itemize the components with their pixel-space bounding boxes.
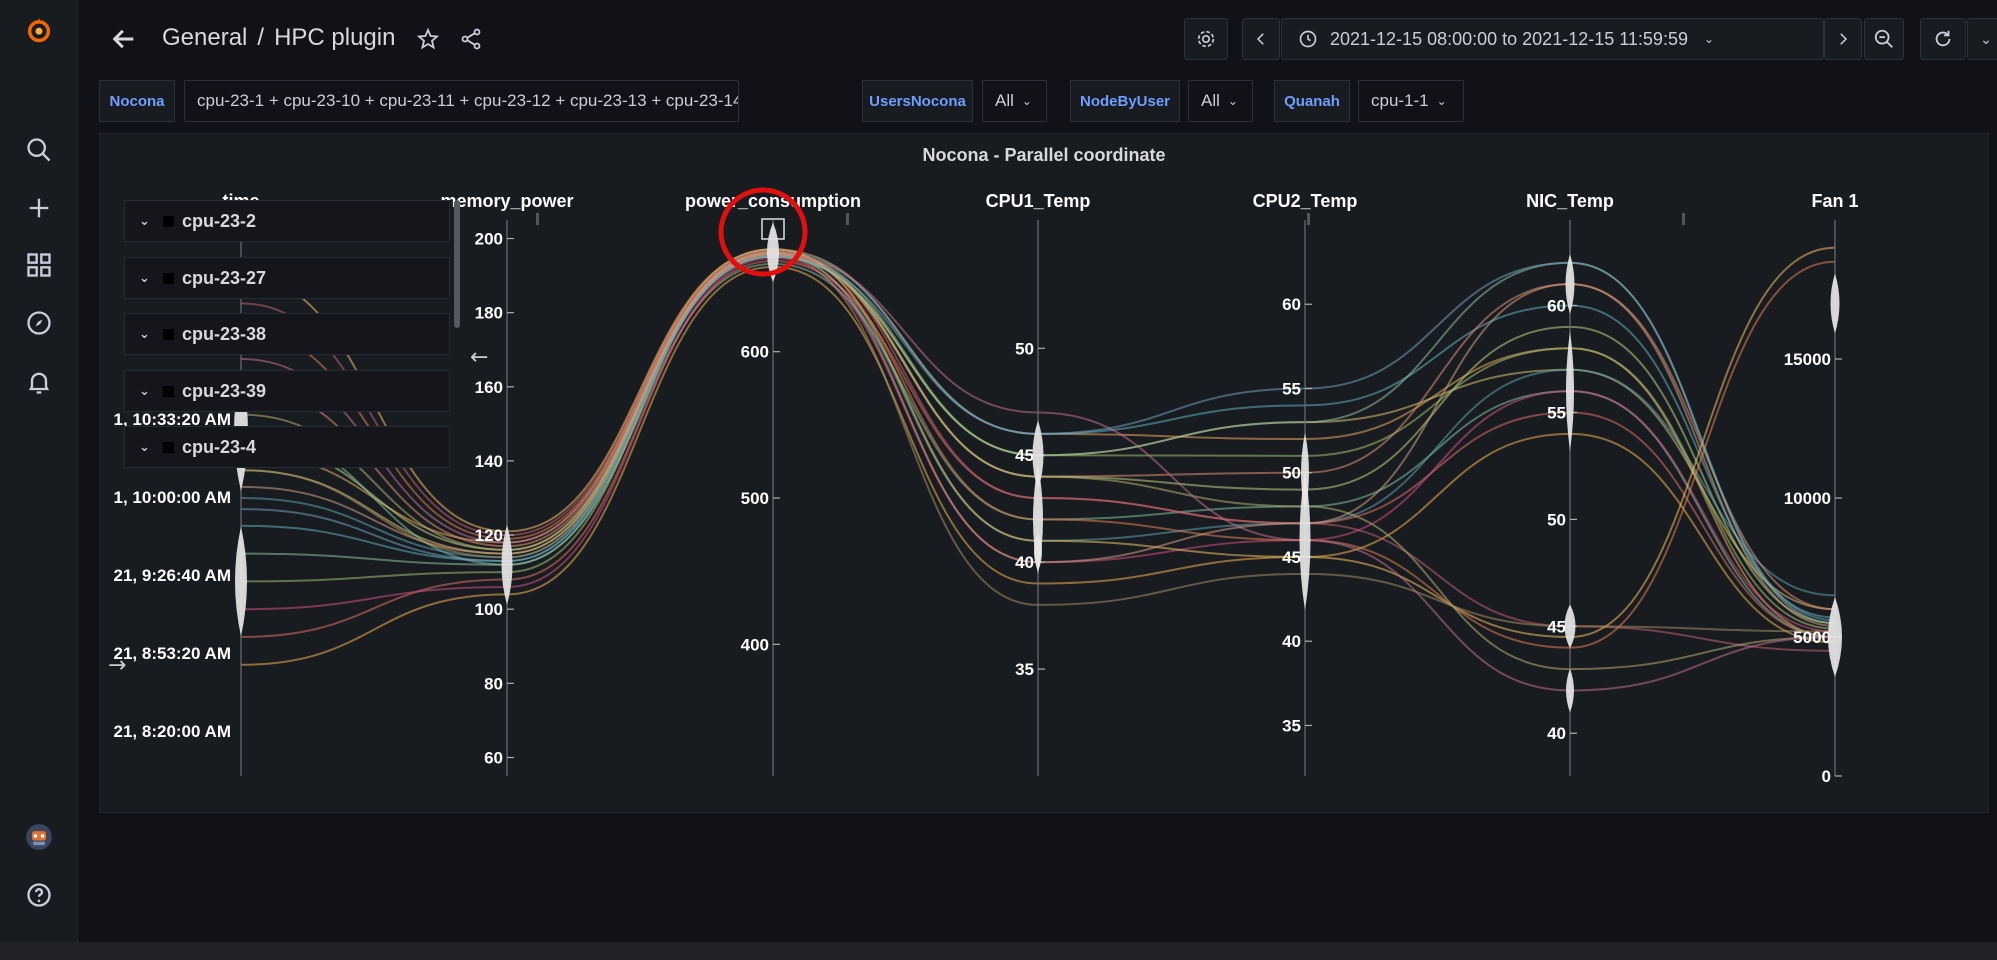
legend-item[interactable]: ⌄ cpu-23-38 bbox=[124, 313, 450, 355]
density-violin bbox=[1564, 604, 1576, 649]
tick-label: 50 bbox=[1015, 339, 1034, 358]
tick-label: 60 bbox=[1547, 297, 1566, 316]
legend: ⌄ cpu-23-2 ⌄ cpu-23-27 ⌄ cpu-23-38 ⌄ cpu-23-… bbox=[124, 200, 452, 470]
tick-label: 50 bbox=[1547, 510, 1566, 529]
tick-label: 400 bbox=[741, 635, 769, 654]
legend-item[interactable]: ⌄ cpu-23-4 bbox=[124, 426, 450, 468]
axis-top-marker bbox=[1307, 213, 1310, 225]
tick-label: 40 bbox=[1015, 553, 1034, 572]
chevron-down-icon: ⌄ bbox=[139, 326, 150, 341]
tick-label: 5000 bbox=[1793, 628, 1831, 647]
legend-item[interactable]: ⌄ cpu-23-2 bbox=[124, 200, 450, 242]
legend-item[interactable]: ⌄ cpu-23-27 bbox=[124, 257, 450, 299]
tick-label: 0 bbox=[1822, 767, 1831, 786]
parallel-coordinate-chart[interactable]: time1,1,1, 10:33:20 AM1, 10:00:00 AM21, … bbox=[0, 0, 1997, 960]
legend-swatch bbox=[163, 272, 174, 284]
legend-swatch bbox=[163, 328, 174, 340]
tick-label: 50 bbox=[1282, 464, 1301, 483]
tick-label: 35 bbox=[1282, 716, 1301, 735]
tick-label: 40 bbox=[1282, 632, 1301, 651]
tick-label: 500 bbox=[741, 489, 769, 508]
tick-label: 55 bbox=[1547, 403, 1566, 422]
density-violin bbox=[1566, 668, 1574, 713]
legend-label: cpu-23-2 bbox=[182, 210, 257, 231]
arrow-right-icon: → bbox=[108, 653, 126, 678]
tick-label: 600 bbox=[741, 343, 769, 362]
tick-label: 35 bbox=[1015, 660, 1034, 679]
tick-label: 45 bbox=[1547, 617, 1566, 636]
legend-item[interactable]: ⌄ cpu-23-39 bbox=[124, 370, 450, 412]
axis-title: CPU2_Temp bbox=[1253, 191, 1358, 211]
tick-label: 55 bbox=[1282, 379, 1301, 398]
legend-swatch bbox=[163, 215, 174, 227]
legend-label: cpu-23-27 bbox=[182, 267, 267, 288]
axis-title: CPU1_Temp bbox=[986, 191, 1091, 211]
tick-label: 160 bbox=[475, 378, 503, 397]
arrow-left-icon: ← bbox=[470, 345, 488, 370]
tick-label: 21, 8:20:00 AM bbox=[114, 722, 231, 741]
tick-label: 21, 9:26:40 AM bbox=[114, 566, 231, 585]
tick-label: 120 bbox=[475, 526, 503, 545]
axis-title: Fan 1 bbox=[1811, 191, 1858, 211]
chevron-down-icon: ⌄ bbox=[139, 439, 150, 454]
axis-top-marker bbox=[536, 213, 539, 225]
tick-label: 45 bbox=[1015, 446, 1034, 465]
tick-label: 100 bbox=[475, 600, 503, 619]
legend-label: cpu-23-39 bbox=[182, 380, 267, 401]
axis-top-marker bbox=[846, 213, 849, 225]
axis-title: NIC_Temp bbox=[1526, 191, 1614, 211]
chevron-down-icon: ⌄ bbox=[139, 213, 150, 228]
axis-title: power_consumption bbox=[685, 191, 861, 211]
tick-label: 60 bbox=[484, 748, 503, 767]
tick-label: 180 bbox=[475, 304, 503, 323]
legend-label: cpu-23-4 bbox=[182, 436, 257, 457]
density-violin bbox=[235, 526, 247, 637]
tick-label: 10000 bbox=[1784, 489, 1831, 508]
tick-label: 200 bbox=[475, 230, 503, 249]
chevron-down-icon: ⌄ bbox=[139, 270, 150, 285]
tick-label: 40 bbox=[1547, 724, 1566, 743]
legend-swatch bbox=[163, 385, 174, 397]
axis-title: memory_power bbox=[440, 191, 573, 211]
chevron-down-icon: ⌄ bbox=[139, 383, 150, 398]
tick-label: 1, 10:00:00 AM bbox=[114, 488, 231, 507]
tick-label: 60 bbox=[1282, 295, 1301, 314]
density-violin bbox=[1830, 273, 1840, 334]
density-violin bbox=[501, 524, 513, 605]
tick-label: 80 bbox=[484, 674, 503, 693]
legend-scrollbar[interactable] bbox=[454, 200, 460, 328]
legend-swatch bbox=[163, 441, 174, 453]
tick-label: 140 bbox=[475, 452, 503, 471]
tick-label: 21, 8:53:20 AM bbox=[114, 644, 231, 663]
legend-label: cpu-23-38 bbox=[182, 323, 267, 344]
bottom-bar bbox=[0, 942, 1997, 960]
tick-label: 15000 bbox=[1784, 350, 1831, 369]
axis-top-marker bbox=[1682, 213, 1685, 225]
tick-label: 45 bbox=[1282, 548, 1301, 567]
